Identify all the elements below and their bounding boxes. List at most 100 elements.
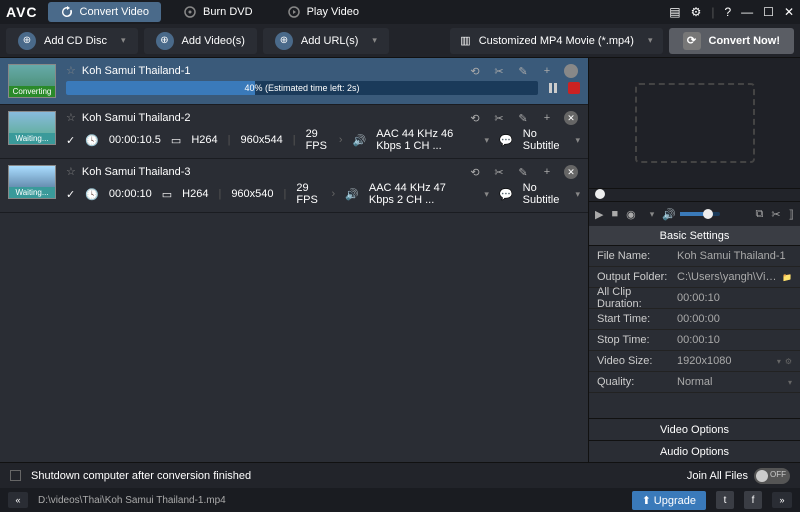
vfps: 29 FPS — [296, 182, 321, 206]
divider: | — [711, 5, 714, 19]
film-placeholder-icon — [635, 83, 755, 163]
check-icon[interactable]: ✓ — [66, 188, 75, 201]
play-icon[interactable]: ▶ — [595, 208, 603, 221]
star-icon[interactable]: ☆ — [66, 111, 76, 124]
video-options-button[interactable]: Video Options — [589, 418, 800, 440]
scissors-icon[interactable]: ✂ — [492, 111, 506, 125]
pause-icon[interactable] — [546, 81, 560, 95]
upgrade-button[interactable]: ⬆ Upgrade — [632, 491, 706, 510]
scrub-bar[interactable] — [589, 188, 800, 202]
thumbnail[interactable]: Converting — [8, 64, 56, 98]
audio-options-button[interactable]: Audio Options — [589, 440, 800, 462]
link-icon[interactable]: ⧉ — [755, 208, 763, 221]
convert-icon: ⟳ — [683, 32, 701, 50]
plus-icon[interactable]: + — [540, 64, 554, 78]
help-icon[interactable]: ? — [724, 5, 731, 19]
chevron-down-icon[interactable]: ▾ — [575, 135, 580, 146]
list-item[interactable]: Converting ☆Koh Samui Thailand-1 40% (Es… — [0, 58, 588, 105]
twitter-icon[interactable]: t — [716, 491, 734, 509]
scrub-handle[interactable] — [595, 189, 605, 199]
button-label: Add Video(s) — [182, 35, 245, 47]
volume-icon[interactable]: 🔊 — [662, 208, 676, 221]
chevron-down-icon[interactable]: ▾ — [788, 378, 792, 387]
plus-icon[interactable]: + — [540, 111, 554, 125]
shutdown-checkbox[interactable] — [10, 470, 21, 481]
menu-icon[interactable]: ▤ — [669, 5, 680, 19]
check-icon[interactable]: ✓ — [66, 134, 75, 147]
add-cd-disc-button[interactable]: ⊕ Add CD Disc ▾ — [6, 28, 138, 54]
chevron-down-icon[interactable]: ▾ — [575, 189, 580, 200]
video-icon: ▭ — [162, 188, 172, 201]
field-label: Output Folder: — [597, 271, 677, 283]
snapshot-icon[interactable]: ◉ — [626, 208, 636, 221]
list-item[interactable]: Waiting... ☆Koh Samui Thailand-3 ✓ 🕓00:0… — [0, 159, 588, 213]
join-all-toggle[interactable] — [754, 468, 790, 484]
gear-icon[interactable]: ⚙ — [785, 357, 792, 366]
stop-icon[interactable]: ■ — [611, 208, 618, 220]
quality-value[interactable]: Normal — [677, 376, 784, 388]
output-profile-select[interactable]: ▥ Customized MP4 Movie (*.mp4) ▾ — [450, 28, 662, 54]
bracket-icon[interactable]: ⟧ — [789, 208, 794, 221]
chevron-down-icon[interactable]: ▾ — [485, 135, 490, 146]
prev-button[interactable]: « — [8, 492, 28, 508]
next-button[interactable]: » — [772, 492, 792, 508]
edit-icon[interactable]: ✎ — [516, 64, 530, 78]
preview-pane — [589, 58, 800, 188]
remove-icon[interactable] — [564, 64, 578, 78]
vcodec: H264 — [182, 188, 208, 200]
subtitle: No Subtitle — [523, 128, 560, 152]
chevron-down-icon[interactable]: ▾ — [650, 209, 655, 220]
duration: 00:00:10 — [109, 188, 152, 200]
refresh-icon[interactable]: ⟲ — [468, 64, 482, 78]
expand-icon[interactable]: › — [339, 134, 343, 146]
stop-icon[interactable] — [568, 82, 580, 94]
field-label: All Clip Duration: — [597, 286, 677, 310]
output-folder-value[interactable]: C:\Users\yangh\Videos... — [677, 271, 778, 283]
video-list: Converting ☆Koh Samui Thailand-1 40% (Es… — [0, 58, 588, 462]
button-label: Convert Now! — [709, 35, 781, 47]
refresh-icon[interactable]: ⟲ — [468, 111, 482, 125]
tab-burn-dvd[interactable]: Burn DVD — [171, 2, 265, 22]
status-badge: Waiting... — [9, 187, 55, 198]
item-title: Koh Samui Thailand-2 — [82, 112, 191, 124]
video-size-value[interactable]: 1920x1080 — [677, 355, 773, 367]
list-item[interactable]: Waiting... ☆Koh Samui Thailand-2 ✓ 🕓00:0… — [0, 105, 588, 159]
gear-icon[interactable]: ⚙ — [691, 5, 702, 19]
start-time-value[interactable]: 00:00:00 — [677, 313, 792, 325]
scissors-icon[interactable]: ✂ — [771, 208, 780, 221]
add-videos-button[interactable]: ⊕ Add Video(s) — [144, 28, 257, 54]
convert-now-button[interactable]: ⟳ Convert Now! — [669, 28, 795, 54]
stop-time-value[interactable]: 00:00:10 — [677, 334, 792, 346]
facebook-icon[interactable]: f — [744, 491, 762, 509]
scissors-icon[interactable]: ✂ — [492, 165, 506, 179]
vres: 960x544 — [240, 134, 282, 146]
minimize-icon[interactable]: — — [741, 5, 753, 19]
tab-convert-video[interactable]: Convert Video — [48, 2, 162, 22]
star-icon[interactable]: ☆ — [66, 64, 76, 77]
volume-slider[interactable] — [680, 212, 720, 216]
join-all-label: Join All Files — [687, 470, 748, 482]
filename-value[interactable]: Koh Samui Thailand-1 — [677, 250, 792, 262]
edit-icon[interactable]: ✎ — [516, 111, 530, 125]
field-label: Video Size: — [597, 355, 677, 367]
chevron-down-icon[interactable]: ▾ — [777, 357, 781, 366]
edit-icon[interactable]: ✎ — [516, 165, 530, 179]
thumbnail[interactable]: Waiting... — [8, 111, 56, 145]
browse-folder-icon[interactable]: 📁 — [782, 273, 792, 282]
star-icon[interactable]: ☆ — [66, 165, 76, 178]
thumbnail[interactable]: Waiting... — [8, 165, 56, 199]
plus-icon[interactable]: + — [540, 165, 554, 179]
scissors-icon[interactable]: ✂ — [492, 64, 506, 78]
item-title: Koh Samui Thailand-3 — [82, 166, 191, 178]
maximize-icon[interactable]: ☐ — [763, 5, 774, 19]
remove-icon[interactable]: ✕ — [564, 165, 578, 179]
expand-icon[interactable]: › — [331, 188, 335, 200]
refresh-icon[interactable]: ⟲ — [468, 165, 482, 179]
chevron-down-icon[interactable]: ▾ — [484, 189, 489, 200]
add-urls-button[interactable]: ⊕ Add URL(s) ▾ — [263, 28, 389, 54]
remove-icon[interactable]: ✕ — [564, 111, 578, 125]
close-icon[interactable]: ✕ — [784, 5, 794, 19]
tab-play-video[interactable]: Play Video — [275, 2, 371, 22]
clip-duration-value: 00:00:10 — [677, 292, 792, 304]
acodec: AAC 44 KHz 46 Kbps 1 CH ... — [376, 128, 468, 152]
